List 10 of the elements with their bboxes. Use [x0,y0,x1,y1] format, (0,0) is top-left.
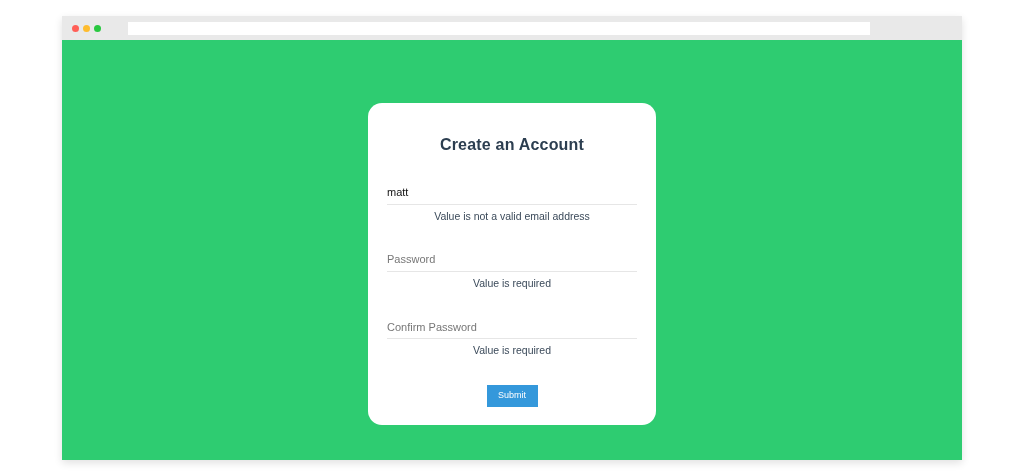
close-dot[interactable] [72,24,79,32]
error-message: Value is required [472,343,552,358]
form-title: Create an Account [438,135,586,155]
input-field[interactable]: matt [387,182,637,205]
error-message: Value is not a valid email address [433,208,591,224]
password-field[interactable]: Confirm Password [387,316,637,339]
minimize-dot[interactable] [83,24,90,32]
maximize-dot[interactable] [94,24,101,32]
error-message: Value is required [472,275,552,291]
password-field[interactable]: Password [387,249,637,272]
